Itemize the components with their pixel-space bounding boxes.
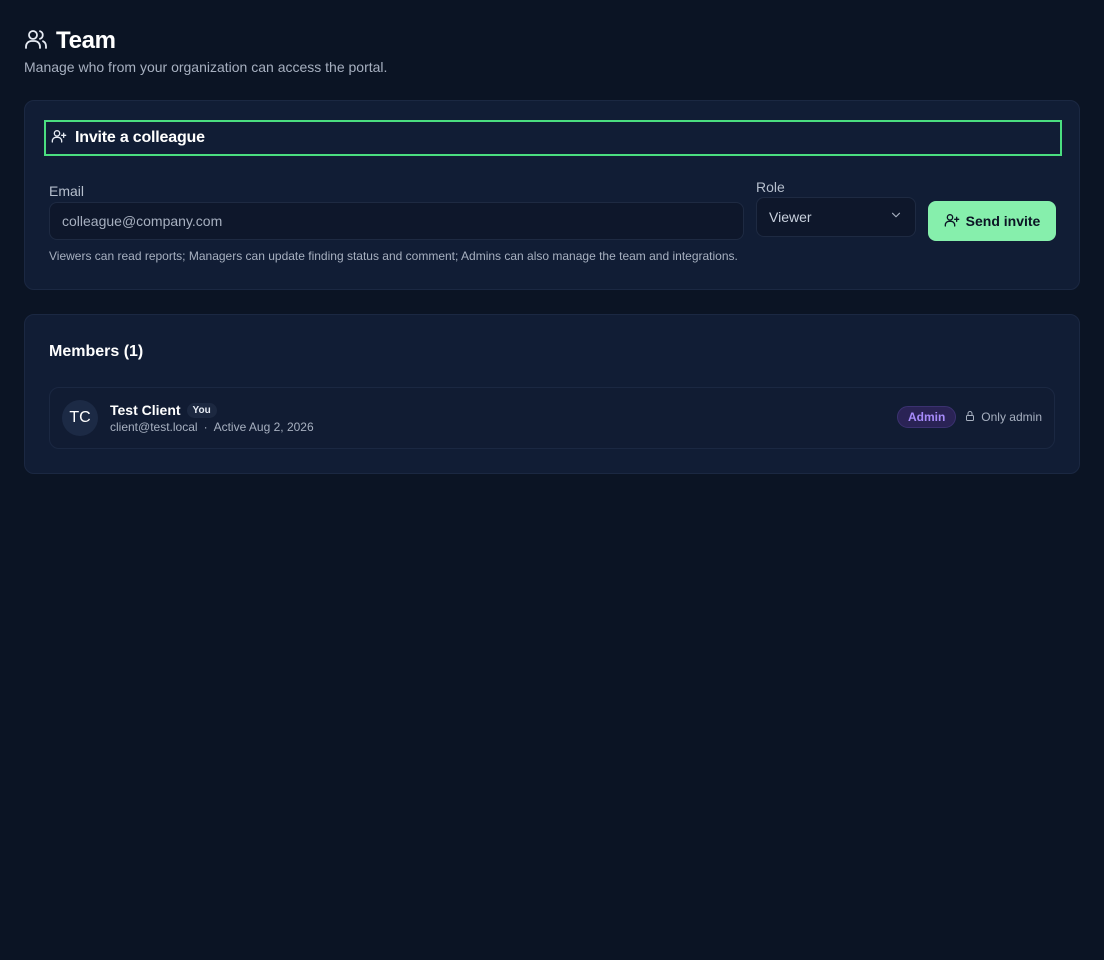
- role-hint: Viewers can read reports; Managers can u…: [49, 249, 738, 263]
- invite-card: Invite a colleague Email Role Viewer Sen…: [24, 100, 1080, 290]
- email-label: Email: [49, 183, 85, 199]
- member-email: client@test.local: [110, 420, 198, 434]
- lock-icon: [964, 410, 976, 425]
- user-plus-icon: [51, 128, 67, 149]
- send-invite-label: Send invite: [965, 213, 1041, 229]
- page-subtitle: Manage who from your organization can ac…: [24, 59, 388, 75]
- only-admin-note: Only admin: [964, 410, 1042, 425]
- role-badge: Admin: [896, 406, 957, 428]
- only-admin-label: Only admin: [981, 410, 1042, 424]
- role-label: Role: [756, 179, 785, 195]
- you-badge: You: [186, 402, 217, 418]
- title-row: Team: [24, 27, 387, 55]
- send-invite-button[interactable]: Send invite: [928, 201, 1056, 241]
- member-actions: Admin Only admin: [896, 406, 1042, 428]
- page-title: Team: [56, 27, 116, 54]
- members-title: Members (1): [49, 343, 144, 360]
- users-icon: [24, 27, 48, 56]
- page-header: Team Manage who from your organization c…: [24, 27, 387, 75]
- role-select[interactable]: Viewer: [756, 197, 916, 237]
- email-input[interactable]: [49, 202, 744, 240]
- members-card: Members (1) TC Test Client You client@te…: [24, 314, 1080, 474]
- invite-title: Invite a colleague: [75, 129, 205, 146]
- member-row: TC Test Client You client@test.local · A…: [49, 387, 1055, 449]
- member-name-line: Test Client You: [110, 402, 217, 418]
- role-select-value: Viewer: [769, 209, 812, 225]
- user-plus-icon: [944, 212, 960, 231]
- member-name: Test Client: [110, 402, 181, 418]
- meta-separator: ·: [203, 420, 208, 434]
- avatar: TC: [62, 400, 98, 436]
- chevron-down-icon: [889, 208, 903, 227]
- member-status: Active Aug 2, 2026: [213, 420, 314, 434]
- member-meta: client@test.local · Active Aug 2, 2026: [110, 420, 314, 434]
- team-page: Team Manage who from your organization c…: [0, 0, 1104, 960]
- invite-heading: Invite a colleague: [44, 120, 1062, 156]
